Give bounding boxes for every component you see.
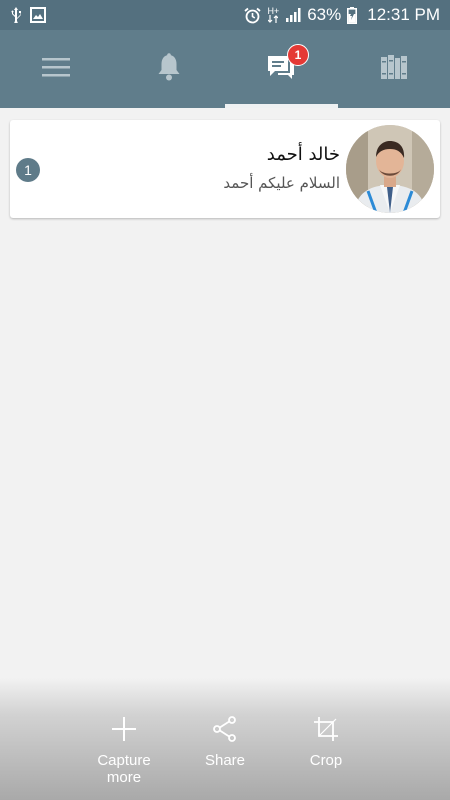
avatar	[346, 125, 434, 213]
usb-icon	[10, 7, 22, 23]
menu-icon	[42, 56, 71, 82]
capture-toolbar: Capture more Share Crop	[0, 678, 450, 800]
active-tab-indicator	[225, 104, 338, 108]
crop-icon	[281, 716, 371, 746]
capture-more-button[interactable]: Capture more	[79, 716, 169, 786]
tab-chats[interactable]: 1	[225, 30, 338, 108]
tab-library[interactable]	[338, 30, 450, 108]
books-icon	[380, 55, 407, 83]
tab-notifications[interactable]	[113, 30, 226, 108]
tab-menu[interactable]	[0, 30, 113, 108]
crop-button[interactable]: Crop	[281, 716, 371, 769]
alarm-icon	[244, 7, 262, 24]
unread-count-badge: 1	[16, 158, 40, 182]
battery-percent: 63%	[307, 5, 342, 24]
network-type-label: H+	[267, 6, 280, 16]
contact-name: خالد أحمد	[266, 144, 340, 165]
signal-icon	[285, 7, 301, 23]
status-time: 12:31 PM	[367, 5, 440, 24]
bell-icon	[156, 53, 182, 85]
network-type-icon: H+	[267, 7, 279, 23]
plus-icon	[79, 716, 169, 746]
status-right: H+ 63% 12:31 PM	[244, 5, 440, 25]
chat-list-item[interactable]: خالد أحمد السلام عليكم أحمد 1	[10, 120, 440, 218]
chat-unread-badge: 1	[287, 44, 309, 66]
share-button[interactable]: Share	[180, 716, 270, 769]
status-bar: H+ 63% 12:31 PM	[0, 0, 450, 30]
status-left	[10, 7, 46, 23]
last-message: السلام عليكم أحمد	[223, 174, 340, 192]
battery-icon	[347, 6, 358, 24]
capture-more-label: Capture more	[97, 752, 151, 786]
share-label: Share	[204, 752, 246, 769]
share-icon	[180, 716, 270, 746]
image-icon	[30, 7, 46, 23]
top-tab-bar: 1	[0, 30, 450, 108]
crop-label: Crop	[309, 752, 343, 769]
